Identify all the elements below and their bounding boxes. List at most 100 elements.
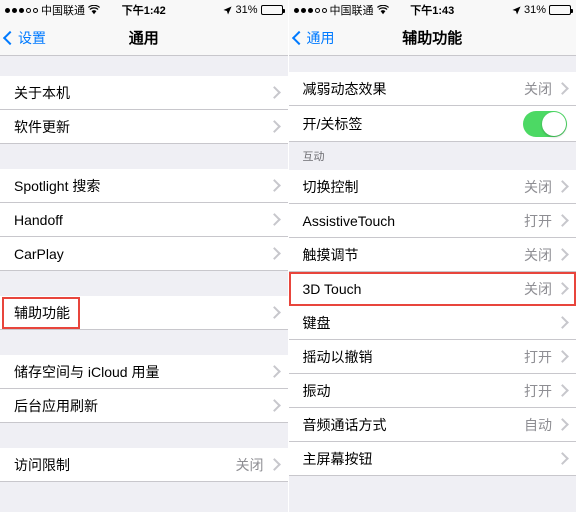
list-gap — [0, 56, 288, 76]
list-item[interactable]: 触摸调节 关闭 — [288, 238, 576, 272]
list-item[interactable]: Spotlight 搜索 — [0, 169, 288, 203]
left-phone-screen: 中国联通 下午1:42 31% 设置 通用 关于本机 软件更新 Spotligh… — [0, 0, 289, 512]
list-item-label: 减弱动态效果 — [302, 80, 387, 97]
carrier-label: 中国联通 — [41, 5, 85, 17]
chevron-right-icon — [267, 306, 281, 319]
chevron-right-icon — [556, 384, 569, 397]
status-bar-left: 中国联通 — [293, 2, 389, 18]
chevron-right-icon — [556, 350, 569, 363]
list-item-label: AssistiveTouch — [302, 212, 396, 229]
list-item-value: 打开 — [524, 348, 552, 365]
list-gap — [288, 56, 576, 72]
list-item[interactable]: 关于本机 — [0, 76, 288, 110]
chevron-right-icon — [267, 247, 281, 260]
status-bar: 中国联通 下午1:43 31% — [288, 0, 576, 20]
list-item-label: 储存空间与 iCloud 用量 — [14, 363, 160, 380]
list-item[interactable]: 访问限制 关闭 — [0, 448, 288, 482]
list-item-value: 关闭 — [524, 280, 552, 297]
nav-bar: 设置 通用 — [0, 20, 288, 56]
list-gap — [0, 271, 288, 296]
list-gap — [0, 423, 288, 448]
list-item[interactable]: 键盘 — [288, 306, 576, 340]
chevron-right-icon — [556, 282, 569, 295]
list-gap — [0, 482, 288, 502]
list-item-value: 关闭 — [524, 178, 552, 195]
chevron-right-icon — [556, 316, 569, 329]
list-item-value: 关闭 — [524, 246, 552, 263]
back-button[interactable]: 通用 — [289, 28, 335, 48]
list-gap — [0, 330, 288, 355]
location-arrow-icon — [512, 5, 521, 15]
list-gap — [0, 144, 288, 169]
list-item-label: 软件更新 — [14, 118, 70, 135]
list-item[interactable]: 振动 打开 — [288, 374, 576, 408]
list-item-3d-touch[interactable]: 3D Touch 关闭 — [288, 272, 576, 306]
status-bar-right: 31% — [223, 4, 285, 16]
back-button-label: 通用 — [306, 29, 335, 46]
chevron-right-icon — [556, 248, 569, 261]
list-item-label: 3D Touch — [302, 280, 362, 297]
list-item-accessibility[interactable]: 辅助功能 — [0, 296, 288, 330]
list-item-value: 打开 — [524, 382, 552, 399]
chevron-right-icon — [556, 452, 569, 465]
list-item[interactable]: Handoff — [0, 203, 288, 237]
list-item[interactable]: AssistiveTouch 打开 — [288, 204, 576, 238]
dual-screenshot-container: 中国联通 下午1:42 31% 设置 通用 关于本机 软件更新 Spotligh… — [0, 0, 576, 512]
list-item[interactable]: 开/关标签 — [288, 106, 576, 142]
list-item[interactable]: 后台应用刷新 — [0, 389, 288, 423]
wifi-icon — [376, 4, 389, 15]
back-button[interactable]: 设置 — [0, 28, 46, 48]
chevron-right-icon — [267, 399, 281, 412]
list-item-label: 切换控制 — [302, 178, 359, 195]
list-item-label: 后台应用刷新 — [14, 397, 98, 414]
nav-bar: 通用 辅助功能 — [288, 20, 576, 56]
chevron-right-icon — [556, 418, 569, 431]
list-item[interactable]: 储存空间与 iCloud 用量 — [0, 355, 288, 389]
labels-toggle[interactable] — [523, 110, 567, 137]
chevron-right-icon — [267, 458, 281, 471]
list-item-label: 访问限制 — [14, 456, 70, 473]
battery-icon — [549, 5, 573, 15]
list-item[interactable]: 切换控制 关闭 — [288, 170, 576, 204]
list-item[interactable]: 软件更新 — [0, 110, 288, 144]
list-item[interactable]: 音频通话方式 自动 — [288, 408, 576, 442]
signal-strength-icon — [5, 7, 38, 13]
list-item-label: 主屏幕按钮 — [302, 450, 373, 467]
list-item-label: 振动 — [302, 382, 331, 399]
list-item-label: 开/关标签 — [302, 115, 363, 132]
chevron-right-icon — [267, 86, 281, 99]
wifi-icon — [88, 4, 100, 15]
chevron-right-icon — [267, 179, 281, 192]
chevron-left-icon — [291, 30, 306, 45]
status-bar-left: 中国联通 — [5, 2, 100, 18]
chevron-right-icon — [556, 82, 569, 95]
list-item-label: Handoff — [14, 211, 63, 228]
list-item-value: 关闭 — [524, 80, 552, 97]
back-button-label: 设置 — [18, 29, 46, 46]
chevron-right-icon — [556, 180, 569, 193]
chevron-right-icon — [556, 214, 569, 227]
chevron-right-icon — [267, 120, 281, 133]
settings-list: 关于本机 软件更新 Spotlight 搜索 Handoff CarPlay 辅… — [0, 56, 288, 502]
list-item-label: 关于本机 — [14, 84, 70, 101]
list-item[interactable]: CarPlay — [0, 237, 288, 271]
right-phone-screen: 中国联通 下午1:43 31% 通用 辅助功能 减弱动态效果 关闭 开/关标签 … — [288, 0, 576, 512]
accessibility-list: 减弱动态效果 关闭 开/关标签 互动 切换控制 关闭 AssistiveTouc… — [288, 56, 576, 476]
battery-percent-label: 31% — [523, 4, 546, 16]
signal-strength-icon — [293, 7, 327, 13]
list-item-label: 摇动以撤销 — [302, 348, 373, 365]
status-bar: 中国联通 下午1:42 31% — [0, 0, 288, 20]
list-item-value: 关闭 — [235, 456, 264, 473]
chevron-right-icon — [267, 365, 281, 378]
list-item-label: 音频通话方式 — [302, 416, 387, 433]
list-item[interactable]: 摇动以撤销 打开 — [288, 340, 576, 374]
section-header: 互动 — [288, 142, 576, 170]
chevron-right-icon — [267, 213, 281, 226]
list-item[interactable]: 主屏幕按钮 — [288, 442, 576, 476]
location-arrow-icon — [223, 5, 233, 15]
list-item-label: 键盘 — [302, 314, 331, 331]
list-item-label: 触摸调节 — [302, 246, 359, 263]
battery-percent-label: 31% — [235, 4, 258, 16]
list-item-label: Spotlight 搜索 — [14, 177, 101, 194]
list-item[interactable]: 减弱动态效果 关闭 — [288, 72, 576, 106]
